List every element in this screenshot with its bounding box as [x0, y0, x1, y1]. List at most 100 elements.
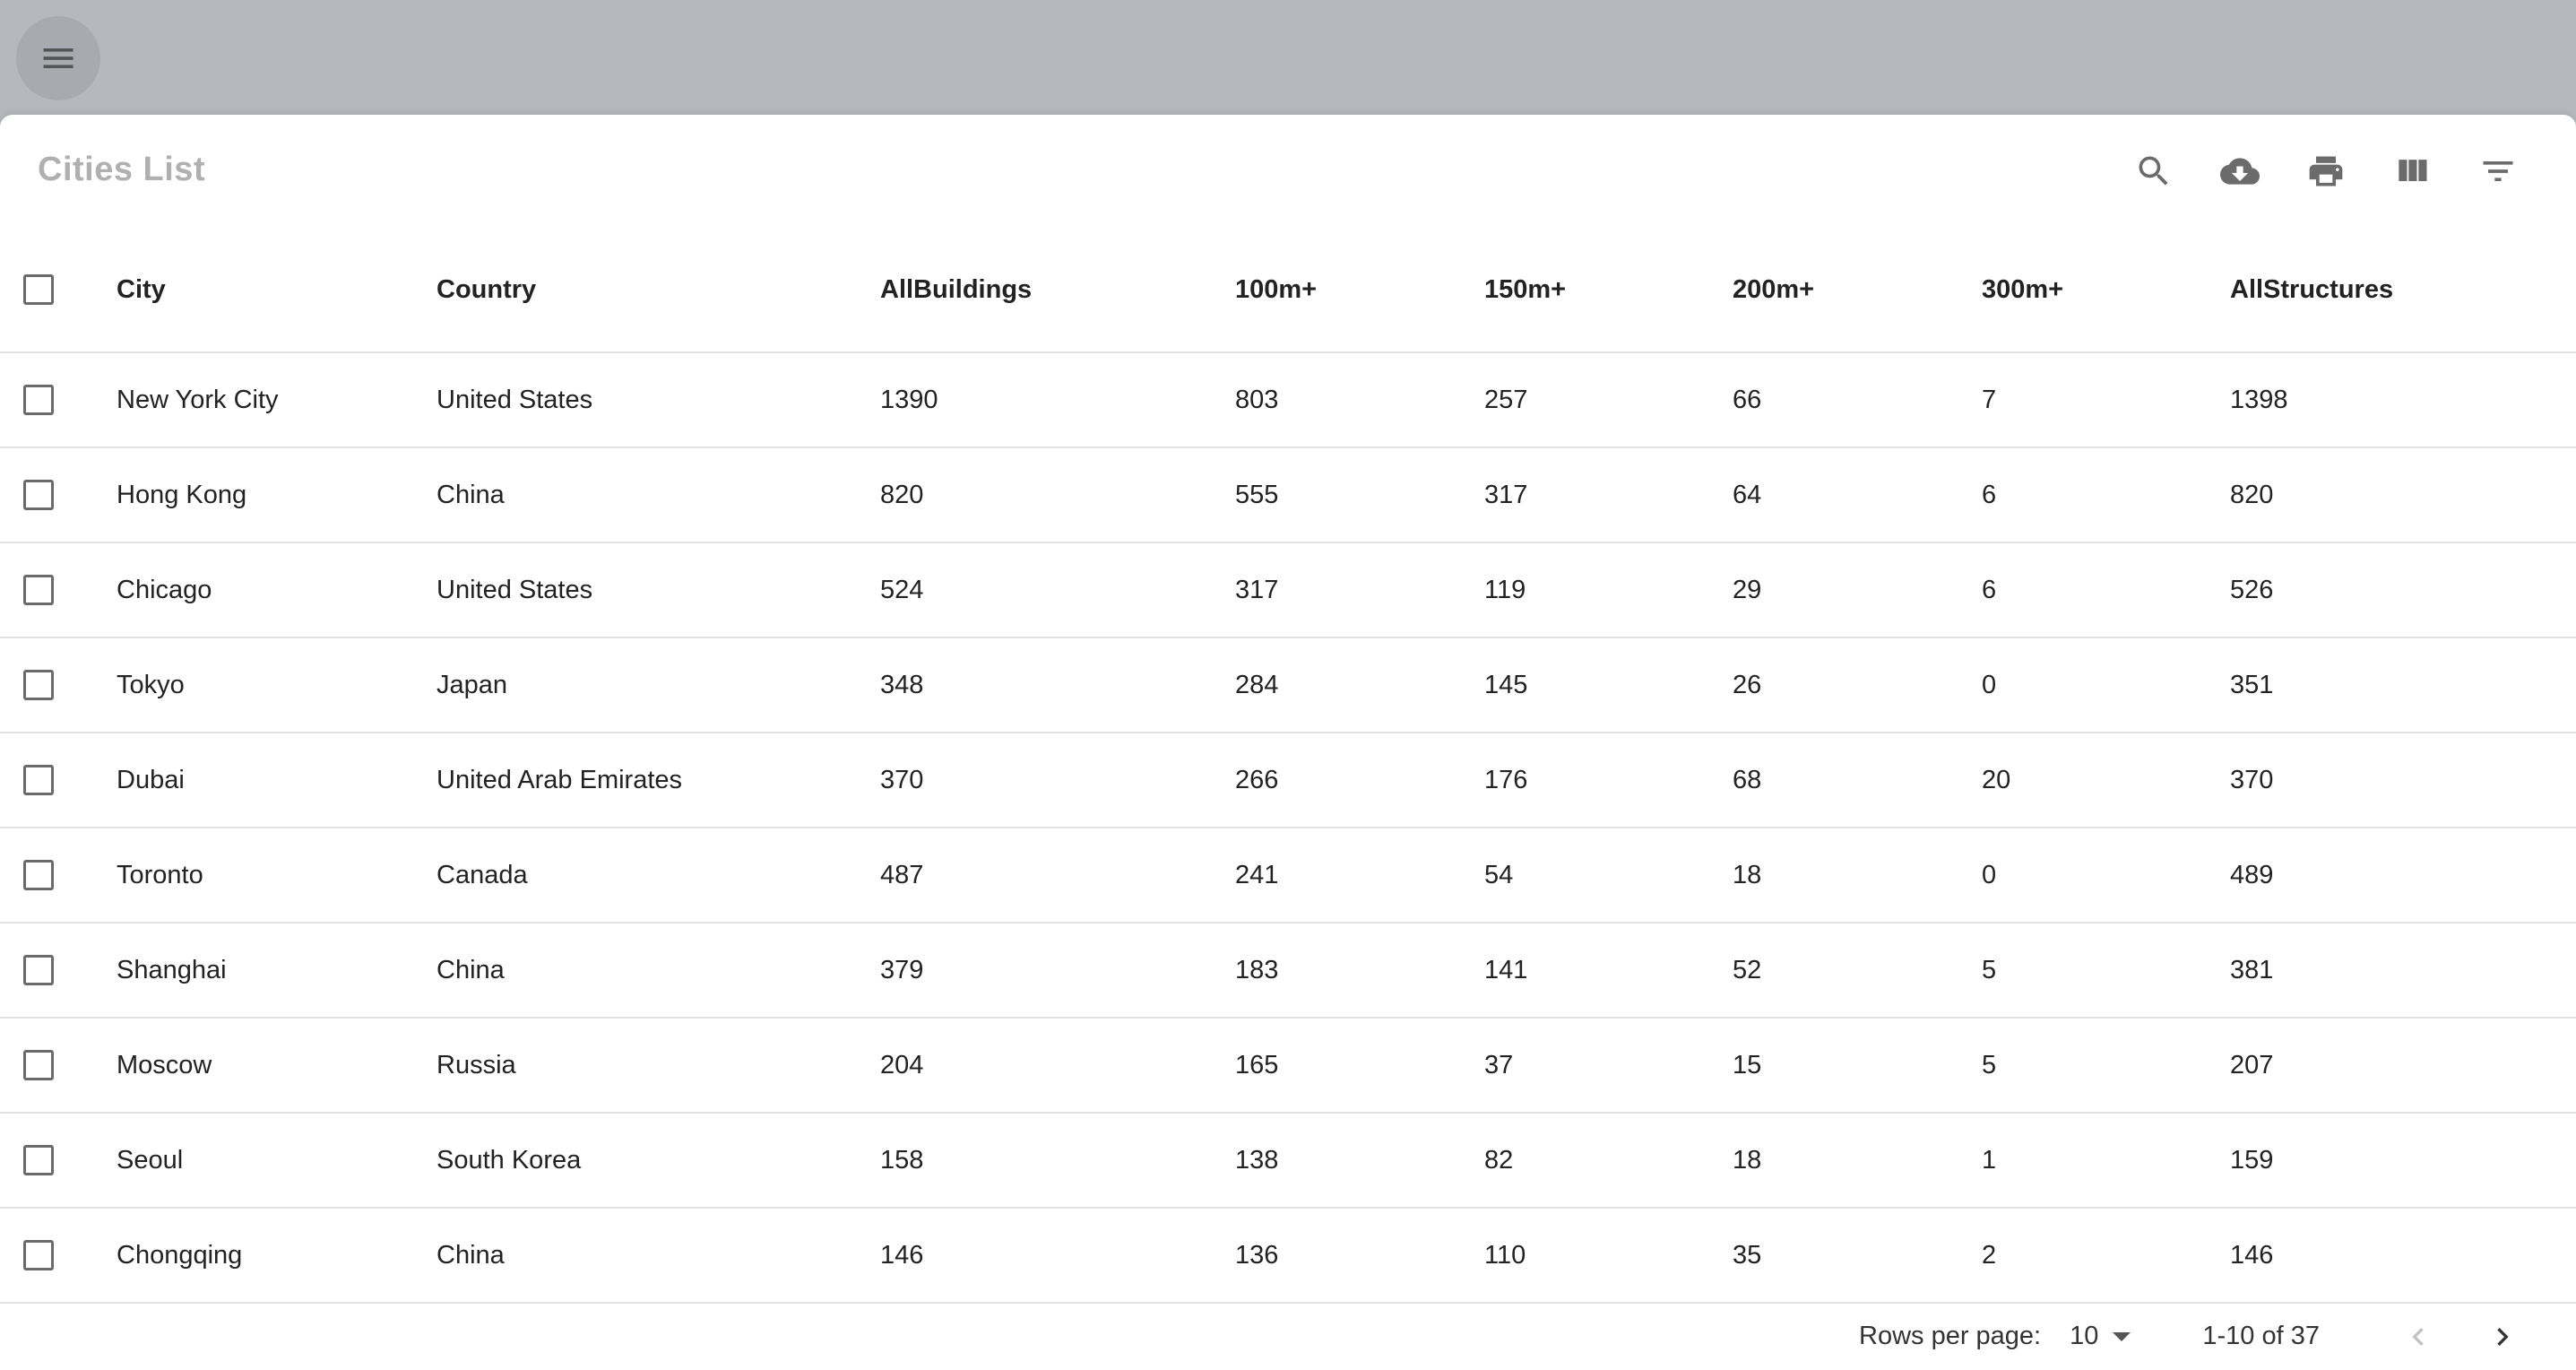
search-icon	[2139, 156, 2168, 186]
150m-cell: 145	[1484, 637, 1733, 733]
print-button[interactable]	[2295, 140, 2357, 203]
150m-cell: 141	[1484, 923, 1733, 1019]
table-row[interactable]: Hong Kong China 820 555 317 64 6 820	[0, 447, 2576, 543]
select-all-checkbox[interactable]	[23, 274, 54, 306]
100m-cell: 183	[1235, 923, 1484, 1019]
row-checkbox[interactable]	[23, 670, 54, 701]
city-cell: Hong Kong	[117, 447, 437, 543]
column-header-country[interactable]: Country	[437, 228, 880, 353]
row-checkbox[interactable]	[23, 385, 54, 416]
select-all-cell	[0, 228, 117, 353]
app-bar	[0, 0, 2576, 115]
column-header-200m[interactable]: 200m+	[1733, 228, 1982, 353]
rows-per-page-label: Rows per page:	[1859, 1322, 2042, 1350]
previous-page-button[interactable]	[2391, 1310, 2445, 1364]
allbuildings-cell: 158	[880, 1113, 1235, 1209]
200m-cell: 66	[1733, 352, 1982, 448]
300m-cell: 6	[1982, 447, 2230, 543]
filter-button[interactable]	[2467, 140, 2529, 203]
table-body: New York City United States 1390 803 257 66 7 1…	[0, 352, 2576, 1304]
200m-cell: 26	[1733, 637, 1982, 733]
200m-cell: 18	[1733, 1113, 1982, 1209]
200m-cell: 64	[1733, 447, 1982, 543]
allstructures-cell: 146	[2230, 1208, 2576, 1304]
200m-cell: 35	[1733, 1208, 1982, 1304]
header-row: City Country AllBuildings 100m+ 150m+ 20…	[0, 228, 2576, 353]
150m-cell: 119	[1484, 542, 1733, 638]
table-row[interactable]: Chongqing China 146 136 110 35 2 146	[0, 1208, 2576, 1304]
row-checkbox[interactable]	[23, 765, 54, 796]
country-cell: China	[437, 923, 880, 1019]
150m-cell: 317	[1484, 447, 1733, 543]
table-row[interactable]: Chicago United States 524 317 119 29 6 526	[0, 542, 2576, 638]
city-cell: Tokyo	[117, 637, 437, 733]
column-header-allbuildings[interactable]: AllBuildings	[880, 228, 1235, 353]
row-select-cell	[0, 542, 117, 638]
table-toolbar: Cities List	[0, 115, 2576, 228]
allstructures-cell: 526	[2230, 542, 2576, 638]
200m-cell: 29	[1733, 542, 1982, 638]
menu-icon	[43, 48, 73, 68]
row-select-cell	[0, 733, 117, 828]
allbuildings-cell: 820	[880, 447, 1235, 543]
300m-cell: 6	[1982, 542, 2230, 638]
column-header-300m[interactable]: 300m+	[1982, 228, 2230, 353]
column-header-100m[interactable]: 100m+	[1235, 228, 1484, 353]
table-row[interactable]: Seoul South Korea 158 138 82 18 1 159	[0, 1113, 2576, 1209]
200m-cell: 18	[1733, 828, 1982, 923]
200m-cell: 68	[1733, 733, 1982, 828]
allbuildings-cell: 348	[880, 637, 1235, 733]
100m-cell: 555	[1235, 447, 1484, 543]
allstructures-cell: 820	[2230, 447, 2576, 543]
row-checkbox[interactable]	[23, 860, 54, 891]
column-header-150m[interactable]: 150m+	[1484, 228, 1733, 353]
150m-cell: 82	[1484, 1113, 1733, 1209]
menu-button[interactable]	[16, 16, 100, 100]
city-cell: Shanghai	[117, 923, 437, 1019]
toolbar-actions	[2122, 140, 2529, 203]
rows-per-page-select[interactable]: 10	[2070, 1322, 2131, 1351]
row-select-cell	[0, 828, 117, 923]
chevron-left-icon	[2412, 1327, 2424, 1346]
country-cell: South Korea	[437, 1113, 880, 1209]
row-checkbox[interactable]	[23, 955, 54, 986]
100m-cell: 241	[1235, 828, 1484, 923]
200m-cell: 15	[1733, 1018, 1982, 1114]
150m-cell: 176	[1484, 733, 1733, 828]
rows-per-page-value: 10	[2070, 1322, 2099, 1350]
view-columns-button[interactable]	[2381, 140, 2443, 203]
column-header-city[interactable]: City	[117, 228, 437, 353]
row-checkbox[interactable]	[23, 1240, 54, 1271]
city-cell: Dubai	[117, 733, 437, 828]
cloud-download-icon	[2220, 158, 2260, 185]
table-row[interactable]: Dubai United Arab Emirates 370 266 176 68 20 37…	[0, 733, 2576, 828]
row-checkbox[interactable]	[23, 1145, 54, 1176]
table-row[interactable]: Tokyo Japan 348 284 145 26 0 351	[0, 637, 2576, 733]
column-header-allstructures[interactable]: AllStructures	[2230, 228, 2576, 353]
allstructures-cell: 351	[2230, 637, 2576, 733]
300m-cell: 0	[1982, 828, 2230, 923]
150m-cell: 110	[1484, 1208, 1733, 1304]
table-row[interactable]: Shanghai China 379 183 141 52 5 381	[0, 923, 2576, 1019]
row-checkbox[interactable]	[23, 575, 54, 606]
pagination-range: 1-10 of 37	[2202, 1322, 2320, 1350]
country-cell: Japan	[437, 637, 880, 733]
row-checkbox[interactable]	[23, 1050, 54, 1081]
100m-cell: 138	[1235, 1113, 1484, 1209]
table-row[interactable]: New York City United States 1390 803 257 66 7 1…	[0, 352, 2576, 448]
city-cell: Moscow	[117, 1018, 437, 1114]
300m-cell: 5	[1982, 1018, 2230, 1114]
row-checkbox[interactable]	[23, 480, 54, 511]
next-page-button[interactable]	[2476, 1310, 2529, 1364]
download-csv-button[interactable]	[2209, 140, 2271, 203]
country-cell: China	[437, 1208, 880, 1304]
view-column-icon	[2399, 160, 2427, 181]
allbuildings-cell: 524	[880, 542, 1235, 638]
row-select-cell	[0, 637, 117, 733]
table-row[interactable]: Toronto Canada 487 241 54 18 0 489	[0, 828, 2576, 923]
table-row[interactable]: Moscow Russia 204 165 37 15 5 207	[0, 1018, 2576, 1114]
data-table-paper: Cities List City Country AllBuildings 10…	[0, 115, 2576, 1370]
city-cell: Chongqing	[117, 1208, 437, 1304]
search-button[interactable]	[2122, 140, 2185, 203]
allbuildings-cell: 1390	[880, 352, 1235, 448]
